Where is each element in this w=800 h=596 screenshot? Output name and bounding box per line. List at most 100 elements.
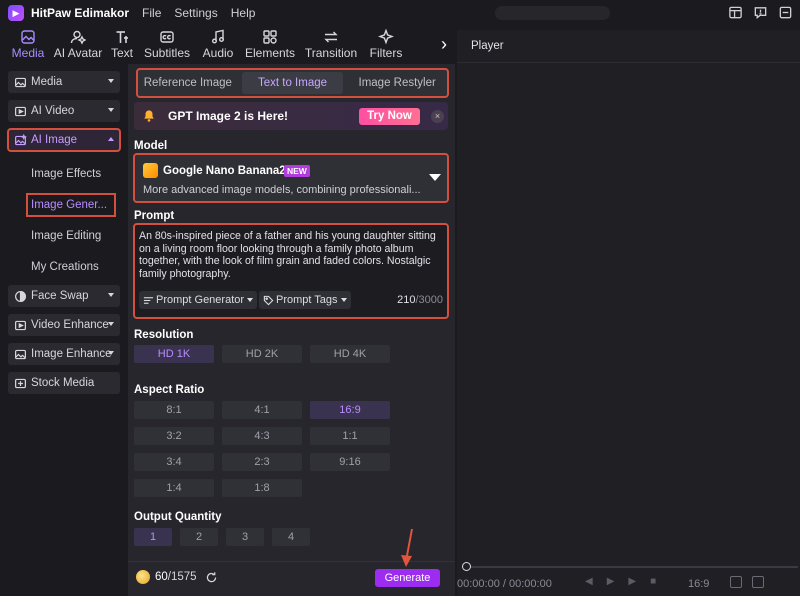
player-scrubber[interactable] xyxy=(465,566,798,568)
sidebar-item-ai-image[interactable]: AI Image xyxy=(7,128,121,152)
quantity-1[interactable]: 1 xyxy=(134,528,172,546)
character-count-max: /3000 xyxy=(415,294,443,306)
prompt-textarea[interactable]: An 80s-inspired piece of a father and hi… xyxy=(133,223,449,319)
snapshot-icon[interactable] xyxy=(730,576,742,588)
tab-label: Filters xyxy=(369,46,403,60)
aspect-4-1[interactable]: 4:1 xyxy=(222,401,302,419)
aspect-9-16[interactable]: 9:16 xyxy=(310,453,390,471)
image-generator-panel: Reference Image Text to Image Image Rest… xyxy=(128,64,455,596)
tab-label: Transition xyxy=(304,46,358,60)
previous-frame-icon[interactable]: ◀ xyxy=(585,576,593,587)
prompt-tags-button[interactable]: Prompt Tags xyxy=(259,291,351,309)
tab-ai-avatar[interactable]: AI Avatar xyxy=(50,26,106,64)
sidebar-item-label: Image Enhance xyxy=(31,348,112,360)
chevron-down-icon xyxy=(247,298,254,302)
sidebar-subitem-my-creations[interactable]: My Creations xyxy=(8,251,120,282)
filters-icon xyxy=(378,29,394,45)
aspect-row: 3:4 2:3 9:16 xyxy=(134,453,390,471)
prompt-tags-label: Prompt Tags xyxy=(276,294,338,306)
app-title: HitPaw Edimakor xyxy=(31,6,130,20)
aspect-ratio-label: Aspect Ratio xyxy=(134,384,205,396)
stop-icon[interactable]: ■ xyxy=(650,576,656,587)
sidebar-item-video-enhance[interactable]: Video Enhance xyxy=(8,314,120,336)
model-description: More advanced image models, combining pr… xyxy=(143,184,421,196)
aspect-3-4[interactable]: 3:4 xyxy=(134,453,214,471)
tab-text[interactable]: Text xyxy=(106,26,138,64)
aspect-row: 3:2 4:3 1:1 xyxy=(134,427,390,445)
play-icon[interactable]: ▶ xyxy=(607,576,615,587)
fullscreen-icon[interactable] xyxy=(752,576,764,588)
layout-icon[interactable] xyxy=(727,4,744,21)
avatar-icon xyxy=(70,30,86,45)
aspect-1-4[interactable]: 1:4 xyxy=(134,479,214,497)
aspect-row: 8:1 4:1 16:9 xyxy=(134,401,390,419)
resolution-hd-4k[interactable]: HD 4K xyxy=(310,345,390,363)
tab-label: Media xyxy=(11,46,45,60)
feedback-icon[interactable] xyxy=(752,4,769,21)
tab-label: Audio xyxy=(202,46,234,60)
chevron-right-icon[interactable]: › xyxy=(441,34,447,55)
window-restore-icon[interactable] xyxy=(777,4,794,21)
mode-segmented-control: Reference Image Text to Image Image Rest… xyxy=(136,68,449,98)
sidebar-subitem-image-generator[interactable]: Image Gener... xyxy=(8,189,120,220)
resolution-hd-1k[interactable]: HD 1K xyxy=(134,345,214,363)
sidebar-subitem-label: Image Editing xyxy=(31,229,102,242)
resolution-hd-2k[interactable]: HD 2K xyxy=(222,345,302,363)
bell-icon xyxy=(144,110,154,122)
aspect-3-2[interactable]: 3:2 xyxy=(134,427,214,445)
segment-text-to-image[interactable]: Text to Image xyxy=(241,72,344,94)
segment-reference-image[interactable]: Reference Image xyxy=(137,72,239,94)
player-aspect-ratio[interactable]: 16:9 xyxy=(688,578,709,590)
quantity-2[interactable]: 2 xyxy=(180,528,218,546)
try-now-button[interactable]: Try Now xyxy=(359,108,420,125)
playback-controls: ◀ ▶ ▶ ■ xyxy=(585,576,656,587)
sidebar-subitem-image-effects[interactable]: Image Effects xyxy=(8,158,120,189)
model-select[interactable]: Google Nano Banana2 NEW More advanced im… xyxy=(133,153,449,203)
media-icon xyxy=(15,77,26,87)
sidebar-subitem-label: Image Effects xyxy=(31,167,102,180)
aspect-16-9[interactable]: 16:9 xyxy=(310,401,390,419)
menu-help[interactable]: Help xyxy=(231,6,256,20)
menu-settings[interactable]: Settings xyxy=(174,6,217,20)
scrubber-handle[interactable] xyxy=(462,562,471,571)
tab-media[interactable]: Media xyxy=(6,26,50,64)
divider xyxy=(457,62,800,63)
tab-audio[interactable]: Audio xyxy=(196,26,240,64)
coin-icon xyxy=(136,570,150,584)
player-title: Player xyxy=(471,40,504,52)
tab-elements[interactable]: Elements xyxy=(240,26,300,64)
video-enhance-icon xyxy=(15,320,26,330)
aspect-2-3[interactable]: 2:3 xyxy=(222,453,302,471)
segment-image-restyler[interactable]: Image Restyler xyxy=(346,72,448,94)
sidebar-item-image-enhance[interactable]: Image Enhance xyxy=(8,343,120,365)
next-frame-icon[interactable]: ▶ xyxy=(628,576,636,587)
chevron-down-icon xyxy=(108,322,114,326)
sidebar-item-ai-video[interactable]: AI Video xyxy=(8,100,120,122)
tab-filters[interactable]: Filters xyxy=(362,26,410,64)
sidebar-subitem-image-editing[interactable]: Image Editing xyxy=(8,220,120,251)
sidebar-item-label: Video Enhance xyxy=(31,319,109,331)
tab-subtitles[interactable]: Subtitles xyxy=(138,26,196,64)
sidebar-item-media[interactable]: Media xyxy=(8,71,120,93)
refresh-icon[interactable] xyxy=(205,571,218,584)
chevron-down-icon xyxy=(429,174,441,181)
prompt-text[interactable]: An 80s-inspired piece of a father and hi… xyxy=(139,230,444,280)
quantity-3[interactable]: 3 xyxy=(226,528,264,546)
close-icon[interactable]: × xyxy=(431,110,444,123)
aspect-4-3[interactable]: 4:3 xyxy=(222,427,302,445)
player-panel: Player 00:00:00 / 00:00:00 ◀ ▶ ▶ ■ 16:9 xyxy=(457,30,800,596)
sidebar-item-stock-media[interactable]: Stock Media xyxy=(8,372,120,394)
account-area[interactable] xyxy=(495,6,610,20)
aspect-1-1[interactable]: 1:1 xyxy=(310,427,390,445)
aspect-8-1[interactable]: 8:1 xyxy=(134,401,214,419)
playback-time: 00:00:00 / 00:00:00 xyxy=(457,578,552,590)
annotation-arrow xyxy=(401,528,413,567)
tab-transition[interactable]: Transition xyxy=(300,26,362,64)
menu-file[interactable]: File xyxy=(142,6,161,20)
generate-button[interactable]: Generate xyxy=(375,569,440,587)
prompt-generator-button[interactable]: Prompt Generator xyxy=(139,291,258,309)
sidebar-item-face-swap[interactable]: Face Swap xyxy=(8,285,120,307)
tab-label: Subtitles xyxy=(143,46,191,60)
quantity-4[interactable]: 4 xyxy=(272,528,310,546)
aspect-1-8[interactable]: 1:8 xyxy=(222,479,302,497)
